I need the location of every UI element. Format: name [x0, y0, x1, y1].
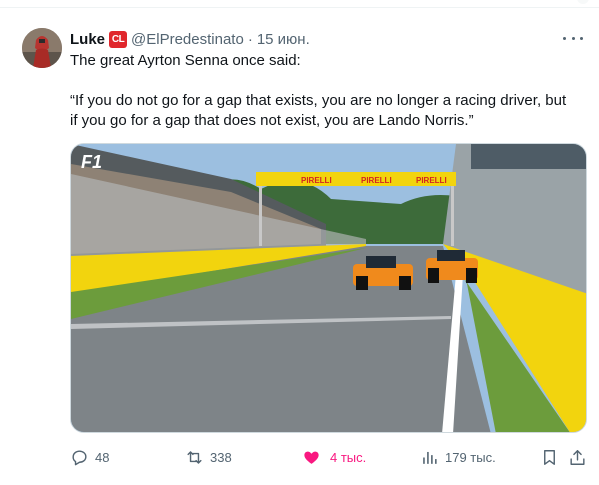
tweet-actions: 48 338 4 тыс. 179 тыс.: [70, 446, 590, 468]
race-photo: PIRELLI PIRELLI PIRELLI F1: [71, 144, 586, 432]
scroll-stub: [577, 0, 589, 4]
retweet-button[interactable]: 338: [185, 446, 232, 468]
reply-icon: [72, 449, 87, 465]
views-button[interactable]: 179 тыс.: [420, 446, 496, 468]
tweet-header: Luke CL @ElPredestinato · 15 июн.: [70, 29, 310, 49]
gantry-banner-mid: PIRELLI: [361, 176, 392, 185]
views-count: 179 тыс.: [445, 449, 496, 465]
bookmark-icon: [544, 449, 555, 465]
tweet-text-line-2: “If you do not go for a gap that exists,…: [70, 92, 567, 109]
tweet-text-line-1: The great Ayrton Senna once said:: [70, 52, 301, 69]
separator-dot: ·: [247, 30, 253, 48]
previous-tweet-divider: [0, 0, 599, 8]
heart-filled-icon: [304, 451, 319, 464]
author-handle[interactable]: @ElPredestinato: [131, 31, 244, 48]
author-name[interactable]: Luke: [70, 31, 105, 48]
gantry-banner-left: PIRELLI: [301, 176, 332, 185]
tweet-text-line-3: if you go for a gap that does not exist,…: [70, 112, 474, 129]
share-icon: [570, 449, 585, 465]
retweet-icon: [187, 450, 202, 464]
tweet[interactable]: Luke CL @ElPredestinato · 15 июн. The gr…: [0, 8, 599, 484]
share-button[interactable]: [568, 446, 587, 468]
tweet-date[interactable]: 15 июн.: [257, 31, 310, 48]
like-button[interactable]: 4 тыс.: [302, 446, 366, 468]
gantry-banner-right: PIRELLI: [416, 176, 447, 185]
affiliate-badge[interactable]: CL: [109, 30, 128, 48]
like-count: 4 тыс.: [330, 449, 367, 465]
avatar[interactable]: [22, 28, 62, 68]
retweet-count: 338: [210, 449, 232, 465]
bookmark-button[interactable]: [540, 446, 559, 468]
more-dots-icon[interactable]: [563, 30, 583, 46]
f1-logo: F1: [81, 152, 102, 172]
reply-button[interactable]: 48: [70, 446, 109, 468]
tweet-media-image[interactable]: PIRELLI PIRELLI PIRELLI F1: [70, 143, 587, 433]
reply-count: 48: [95, 449, 110, 465]
views-bar-icon: [423, 451, 437, 464]
